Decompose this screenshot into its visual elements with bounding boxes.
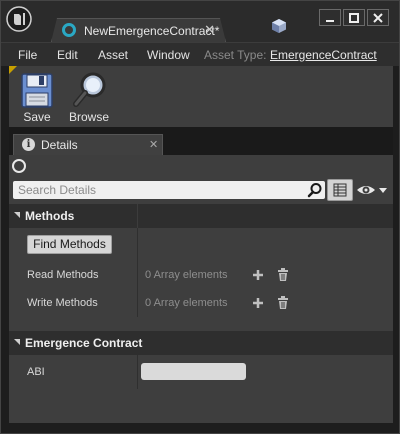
save-button-label: Save [23, 110, 51, 124]
browse-button-label: Browse [68, 110, 109, 124]
window-controls [319, 9, 389, 26]
maximize-icon [349, 12, 359, 23]
write-methods-label: Write Methods [27, 297, 98, 309]
asset-editor-window: NewEmergenceContract* ✕ File Edit Asset … [0, 0, 400, 434]
save-button[interactable]: Save [11, 70, 63, 126]
asset-type-label: Asset Type: [204, 48, 267, 62]
collapse-arrow-icon [14, 212, 20, 218]
find-methods-button[interactable]: Find Methods [27, 235, 112, 254]
category-methods-title: Methods [25, 209, 75, 223]
column-divider [137, 228, 138, 263]
empty-array-trash-icon[interactable] [277, 296, 289, 309]
search-placeholder: Search Details [18, 183, 97, 197]
magnifier-icon [73, 72, 106, 107]
menu-bar: File Edit Asset Window Asset Type: Emerg… [1, 42, 399, 66]
add-element-icon[interactable] [252, 269, 264, 281]
minimize-icon [326, 19, 334, 22]
column-divider[interactable] [137, 289, 138, 317]
info-icon: i [22, 138, 35, 151]
title-bar[interactable]: NewEmergenceContract* ✕ [1, 1, 399, 42]
collapse-arrow-icon [14, 339, 20, 345]
column-divider[interactable] [137, 355, 138, 389]
search-details-field[interactable]: Search Details [13, 181, 325, 199]
tab-details[interactable]: i Details ✕ [13, 134, 163, 155]
abi-label: ABI [27, 366, 45, 378]
asset-icon [62, 23, 76, 37]
property-matrix-button[interactable] [327, 179, 353, 201]
minimize-button[interactable] [319, 9, 341, 26]
column-divider[interactable] [137, 261, 138, 289]
toolbar: Save Browse [9, 66, 393, 127]
details-tab-label: Details [41, 138, 78, 152]
details-tab-strip: i Details ✕ [9, 127, 393, 155]
read-methods-label: Read Methods [27, 269, 99, 281]
close-window-button[interactable] [367, 9, 389, 26]
category-methods[interactable]: Methods [9, 204, 393, 228]
grid-icon [333, 183, 347, 197]
document-tab-label: NewEmergenceContract* [84, 24, 220, 38]
view-options-eye-icon[interactable] [356, 183, 388, 197]
menu-edit[interactable]: Edit [57, 48, 78, 62]
category-emergence-contract[interactable]: Emergence Contract [9, 331, 393, 355]
lock-selection-icon[interactable] [12, 159, 26, 173]
search-icon[interactable] [307, 182, 323, 198]
menu-window[interactable]: Window [147, 48, 190, 62]
browse-button[interactable]: Browse [63, 70, 115, 126]
write-methods-value: 0 Array elements [145, 297, 228, 309]
menu-file[interactable]: File [18, 48, 37, 62]
category-emergence-contract-title: Emergence Contract [25, 336, 143, 350]
unreal-logo-icon [6, 6, 32, 32]
empty-array-trash-icon[interactable] [277, 268, 289, 281]
floppy-disk-icon [21, 73, 53, 108]
maximize-button[interactable] [343, 9, 365, 26]
close-tab-icon[interactable]: ✕ [204, 22, 215, 38]
read-methods-value: 0 Array elements [145, 269, 228, 281]
add-element-icon[interactable] [252, 297, 264, 309]
blueprint-cube-icon [272, 19, 286, 33]
close-icon [373, 12, 383, 23]
menu-asset[interactable]: Asset [98, 48, 128, 62]
column-divider [137, 204, 138, 228]
asset-type-link[interactable]: EmergenceContract [270, 48, 377, 62]
details-panel: Search Details Methods Find Methods Read… [9, 155, 393, 423]
abi-field[interactable] [141, 363, 246, 380]
document-tab[interactable]: NewEmergenceContract* ✕ [51, 18, 226, 42]
close-tab-icon[interactable]: ✕ [149, 138, 158, 151]
